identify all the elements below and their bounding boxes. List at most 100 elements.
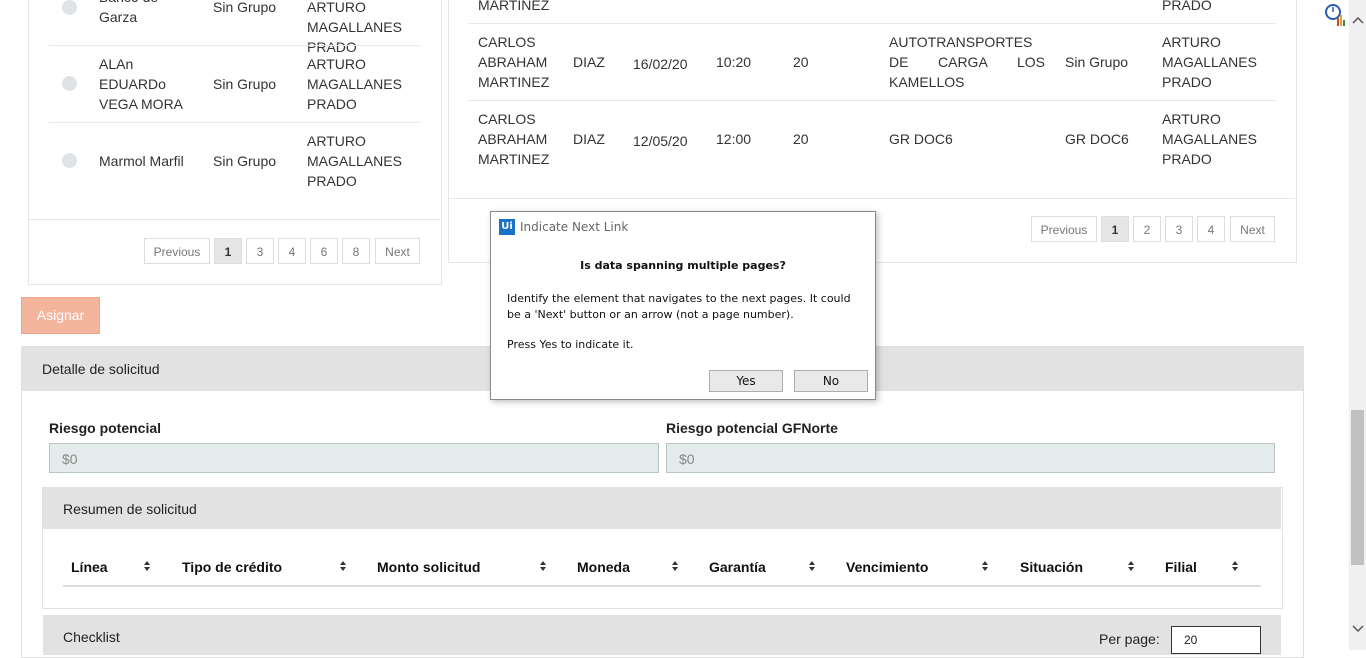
right-row-date: 12/05/20	[633, 133, 688, 149]
sort-icon[interactable]	[144, 561, 150, 573]
riesgo-field[interactable]: $0	[49, 443, 659, 473]
left-pagination-next[interactable]: Next	[375, 238, 420, 264]
uipath-logo-icon: Ui	[499, 219, 515, 235]
sort-icon[interactable]	[1232, 561, 1238, 573]
row-separator	[469, 100, 1275, 101]
row-radio[interactable]	[62, 0, 77, 15]
right-pagination-previous[interactable]: Previous	[1031, 216, 1097, 242]
row-separator	[49, 122, 419, 123]
chevron-up-icon[interactable]	[1352, 16, 1364, 24]
left-row-name: Banco de Garza	[99, 0, 158, 25]
right-row-exec-line2: MAGALLANES	[1162, 54, 1257, 70]
left-row-exec: ARTURO MAGALLANES PRADO	[307, 133, 402, 189]
right-row-exec-line3: PRADO	[1162, 151, 1212, 167]
right-row-exec-line1: ARTURO	[1162, 34, 1221, 50]
right-pagination-page[interactable]: 1	[1101, 216, 1129, 242]
yes-button[interactable]: Yes	[709, 370, 783, 392]
right-row-group: Sin Grupo	[1065, 54, 1129, 70]
col-header-situacion[interactable]: Situación	[1020, 559, 1083, 575]
left-pagination-page[interactable]: 1	[214, 238, 242, 264]
indicate-next-link-dialog: Ui Indicate Next Link Is data spanning m…	[490, 211, 876, 400]
right-pagination-page[interactable]: 3	[1165, 216, 1193, 242]
per-page-label: Per page:	[1099, 631, 1160, 647]
riesgo-label: Riesgo potencial	[49, 420, 162, 436]
right-panel-divider	[449, 198, 1295, 199]
no-button[interactable]: No	[794, 370, 868, 392]
right-row-group: GR DOC6	[1065, 131, 1129, 147]
clock-chart-icon[interactable]	[1325, 2, 1347, 28]
right-pagination-page[interactable]: 4	[1197, 216, 1225, 242]
col-header-monto[interactable]: Monto solicitud	[377, 559, 480, 575]
left-row-exec: ARTURO MAGALLANES PRADO	[307, 0, 402, 55]
right-row-date: 16/02/20	[633, 56, 688, 72]
left-pagination-page[interactable]: 3	[246, 238, 274, 264]
right-row-name-line3: MARTINEZ	[478, 74, 550, 90]
col-header-filial[interactable]: Filial	[1165, 559, 1197, 575]
page-scrollbar[interactable]	[1349, 0, 1366, 650]
header-underline	[63, 585, 1261, 587]
row-radio[interactable]	[62, 153, 77, 168]
left-row-group: Sin Grupo	[213, 76, 277, 92]
resumen-title: Resumen de solicitud	[63, 501, 197, 517]
left-row-group: Sin Grupo	[213, 0, 277, 15]
dialog-instruction-text: Press Yes to indicate it.	[507, 338, 634, 351]
right-row-company: GR DOC6	[889, 131, 953, 147]
right-row-name-line3: MARTINEZ	[478, 151, 550, 167]
right-row-time: 12:00	[716, 131, 752, 147]
right-pagination-next[interactable]: Next	[1230, 216, 1275, 242]
sort-icon[interactable]	[982, 561, 988, 573]
left-row-exec: ARTURO MAGALLANES PRADO	[307, 56, 402, 112]
checklist-header: Checklist Per page: 20	[43, 615, 1281, 655]
right-row-exec-line3: PRADO	[1162, 74, 1212, 90]
col-header-garantia[interactable]: Garantía	[709, 559, 766, 575]
col-header-tipo-credito[interactable]: Tipo de crédito	[182, 559, 282, 575]
scrollbar-thumb[interactable]	[1351, 410, 1364, 565]
right-row-fragment-name: MARTINEZ	[478, 0, 550, 13]
right-row-name-line2: ABRAHAM	[478, 54, 548, 70]
right-row-company-line2a: DE	[889, 54, 909, 70]
sort-icon[interactable]	[809, 561, 815, 573]
right-pagination-page[interactable]: 2	[1133, 216, 1161, 242]
row-separator	[49, 45, 419, 46]
sort-icon[interactable]	[340, 561, 346, 573]
col-header-linea[interactable]: Línea	[71, 559, 108, 575]
left-panel-divider	[29, 219, 440, 220]
right-row-fragment-exec: PRADO	[1162, 0, 1212, 13]
left-pagination-previous[interactable]: Previous	[144, 238, 210, 264]
right-row-name-line2b: DIAZ	[573, 54, 605, 70]
left-pagination-page[interactable]: 8	[342, 238, 370, 264]
chevron-down-icon[interactable]	[1352, 625, 1364, 633]
left-row-name: Marmol Marfil	[99, 153, 184, 169]
left-pagination-page[interactable]: 6	[310, 238, 338, 264]
sort-icon[interactable]	[672, 561, 678, 573]
asignar-button[interactable]: Asignar	[21, 297, 100, 334]
resumen-header: Resumen de solicitud	[43, 488, 1281, 529]
right-row-company-line1: AUTOTRANSPORTES	[889, 34, 1033, 50]
left-pagination-page[interactable]: 4	[278, 238, 306, 264]
right-row-name-line1: CARLOS	[478, 111, 536, 127]
sort-icon[interactable]	[1128, 561, 1134, 573]
right-row-company-line2b: CARGA	[938, 54, 988, 70]
col-header-vencimiento[interactable]: Vencimiento	[846, 559, 928, 575]
row-separator	[469, 23, 1275, 24]
dialog-question: Is data spanning multiple pages?	[580, 259, 786, 272]
riesgo-gf-field[interactable]: $0	[666, 443, 1275, 473]
right-row-name-line2: ABRAHAM	[478, 131, 548, 147]
right-row-name-line2b: DIAZ	[573, 131, 605, 147]
checklist-title: Checklist	[63, 629, 120, 645]
right-row-exec-line1: ARTURO	[1162, 111, 1221, 127]
right-row-company-line2c: LOS	[1017, 54, 1046, 70]
dialog-body-text: Identify the element that navigates to t…	[507, 292, 851, 321]
right-row-company-line3: KAMELLOS	[889, 74, 965, 90]
right-row-name-line1: CARLOS	[478, 34, 536, 50]
left-row-group: Sin Grupo	[213, 153, 277, 169]
dialog-title: Indicate Next Link	[520, 220, 629, 234]
right-row-time: 10:20	[716, 54, 752, 70]
sort-icon[interactable]	[540, 561, 546, 573]
riesgo-gf-label: Riesgo potencial GFNorte	[666, 420, 838, 436]
col-header-moneda[interactable]: Moneda	[577, 559, 630, 575]
left-row-name: ALAn EDUARDo VEGA MORA	[99, 56, 184, 112]
row-radio[interactable]	[62, 76, 77, 91]
right-row-exec-line2: MAGALLANES	[1162, 131, 1257, 147]
right-row-qty: 20	[793, 54, 809, 70]
